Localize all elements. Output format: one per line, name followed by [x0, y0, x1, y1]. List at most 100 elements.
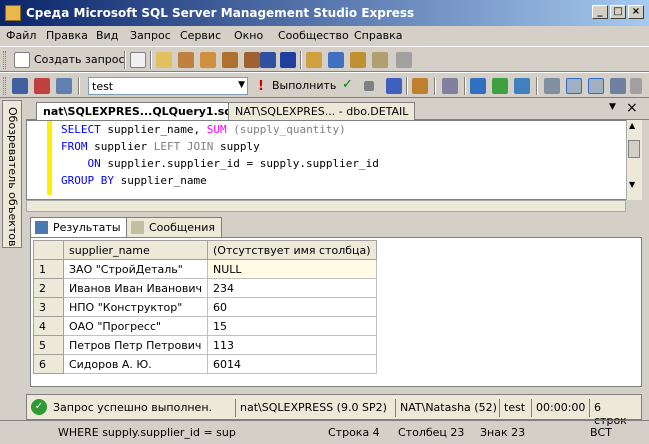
cell-supplier-name[interactable]: Петров Петр Петрович: [63, 335, 208, 355]
row-number[interactable]: 6: [33, 354, 64, 374]
open-file-icon[interactable]: [156, 52, 172, 68]
tab-results[interactable]: Результаты: [30, 217, 128, 237]
tab-table-detail[interactable]: NAT\SQLEXPRES... - dbo.DETAIL: [228, 102, 416, 120]
row-number[interactable]: 2: [33, 278, 64, 298]
results-to-text-icon[interactable]: [514, 78, 530, 94]
menu-help[interactable]: Справка: [354, 29, 402, 42]
registered-servers-icon[interactable]: [306, 52, 322, 68]
cell-sum-value[interactable]: 234: [207, 278, 377, 298]
new-query-button[interactable]: Создать запрос: [34, 53, 125, 66]
cell-sum-value[interactable]: 60: [207, 297, 377, 317]
toolbar-options-icon[interactable]: [396, 52, 412, 68]
cell-supplier-name[interactable]: НПО "Конструктор": [63, 297, 208, 317]
table-row[interactable]: 3 НПО "Конструктор" 60: [33, 297, 377, 317]
scroll-up-icon[interactable]: ▲: [629, 121, 635, 130]
row-header-corner: [33, 240, 64, 260]
column-header-supplier-name[interactable]: supplier_name: [63, 240, 208, 260]
menu-tools[interactable]: Сервис: [180, 29, 221, 42]
table-row[interactable]: 4 ОАО "Прогресс" 15: [33, 316, 377, 336]
save-icon[interactable]: [260, 52, 276, 68]
tab-messages[interactable]: Сообщения: [126, 217, 223, 237]
cell-sum-value[interactable]: NULL: [207, 259, 377, 279]
status-rows: 6 строк: [589, 399, 641, 427]
tab-query-editor[interactable]: nat\SQLEXPRES...QLQuery1.sql*: [36, 102, 249, 120]
toolbar-grip[interactable]: [3, 77, 6, 95]
row-number[interactable]: 5: [33, 335, 64, 355]
row-number[interactable]: 4: [33, 316, 64, 336]
table-row[interactable]: 6 Сидоров А. Ю. 6014: [33, 354, 377, 374]
table-row[interactable]: 2 Иванов Иван Иванович 234: [33, 278, 377, 298]
template-explorer-icon[interactable]: [350, 52, 366, 68]
specify-values-icon[interactable]: [442, 78, 458, 94]
row-number[interactable]: 1: [33, 259, 64, 279]
xmla-query-icon[interactable]: [244, 52, 260, 68]
results-to-file-icon[interactable]: [566, 78, 582, 94]
close-button[interactable]: ×: [628, 5, 644, 19]
database-select[interactable]: test ▼: [88, 77, 248, 95]
query-designer-icon[interactable]: [412, 78, 428, 94]
change-marker: [47, 121, 52, 195]
maximize-button[interactable]: □: [610, 5, 626, 19]
query-toolbar: test ▼ ! Выполнить ✓: [0, 72, 649, 98]
new-file-icon[interactable]: [130, 52, 146, 68]
execute-button[interactable]: Выполнить: [272, 79, 336, 92]
object-explorer-tab[interactable]: Обозреватель объектов: [2, 100, 22, 248]
table-row[interactable]: 5 Петров Петр Петрович 113: [33, 335, 377, 355]
cell-sum-value[interactable]: 6014: [207, 354, 377, 374]
status-column: Столбец 23: [398, 426, 465, 439]
analysis-query-icon[interactable]: [178, 52, 194, 68]
status-message: Запрос успешно выполнен.: [53, 401, 213, 414]
menu-query[interactable]: Запрос: [130, 29, 171, 42]
change-connection-icon[interactable]: [56, 78, 72, 94]
client-statistics-icon[interactable]: [492, 78, 508, 94]
results-to-grid-icon[interactable]: [544, 78, 560, 94]
connect-icon[interactable]: [12, 78, 28, 94]
mdx-query-icon[interactable]: [200, 52, 216, 68]
scroll-thumb[interactable]: [628, 140, 640, 158]
code-token: (supply_quantity): [226, 123, 346, 136]
cell-supplier-name[interactable]: ЗАО "СтройДеталь": [63, 259, 208, 279]
close-tab-icon[interactable]: ×: [626, 100, 638, 116]
dmx-query-icon[interactable]: [222, 52, 238, 68]
save-all-icon[interactable]: [280, 52, 296, 68]
cell-sum-value[interactable]: 15: [207, 316, 377, 336]
sql-editor[interactable]: SELECT supplier_name, SUM (supply_quanti…: [26, 120, 642, 200]
cell-supplier-name[interactable]: Сидоров А. Ю.: [63, 354, 208, 374]
properties-icon[interactable]: [372, 52, 388, 68]
object-explorer-label: Обозреватель объектов: [6, 107, 19, 247]
chevron-down-icon: ▼: [238, 80, 245, 90]
menu-view[interactable]: Вид: [96, 29, 118, 42]
tab-messages-label: Сообщения: [149, 221, 216, 234]
result-tabs: Результаты Сообщения: [26, 215, 642, 237]
menu-window[interactable]: Окно: [234, 29, 263, 42]
menu-file[interactable]: Файл: [6, 29, 36, 42]
disconnect-icon[interactable]: [34, 78, 50, 94]
minimize-button[interactable]: _: [592, 5, 608, 19]
tab-dropdown-icon[interactable]: ▼: [609, 102, 616, 112]
tab-results-label: Результаты: [53, 221, 121, 234]
execution-plan-icon[interactable]: [386, 78, 402, 94]
toolbar-grip[interactable]: [3, 51, 6, 69]
cell-supplier-name[interactable]: ОАО "Прогресс": [63, 316, 208, 336]
toolbar-overflow-icon[interactable]: [630, 78, 642, 94]
editor-vertical-scrollbar[interactable]: ▲ ▼: [626, 120, 642, 200]
editor-horizontal-scrollbar[interactable]: [26, 200, 626, 212]
row-number[interactable]: 3: [33, 297, 64, 317]
menu-community[interactable]: Сообщество: [278, 29, 349, 42]
parse-icon[interactable]: ✓: [342, 77, 353, 92]
scroll-down-icon[interactable]: ▼: [629, 180, 635, 189]
cancel-query-icon[interactable]: [364, 81, 374, 91]
status-mode: ВСТ: [590, 426, 612, 439]
uncomment-icon[interactable]: [610, 78, 626, 94]
title-bar: Среда Microsoft SQL Server Management St…: [0, 0, 649, 26]
comment-icon[interactable]: [588, 78, 604, 94]
table-row[interactable]: 1 ЗАО "СтройДеталь" NULL: [33, 259, 377, 279]
column-header-unnamed[interactable]: (Отсутствует имя столбца): [207, 240, 377, 260]
cell-sum-value[interactable]: 113: [207, 335, 377, 355]
object-explorer-icon[interactable]: [328, 52, 344, 68]
cell-supplier-name[interactable]: Иванов Иван Иванович: [63, 278, 208, 298]
results-grid[interactable]: supplier_name (Отсутствует имя столбца) …: [30, 237, 642, 387]
app-icon: [5, 5, 21, 21]
include-plan-icon[interactable]: [470, 78, 486, 94]
menu-edit[interactable]: Правка: [46, 29, 88, 42]
